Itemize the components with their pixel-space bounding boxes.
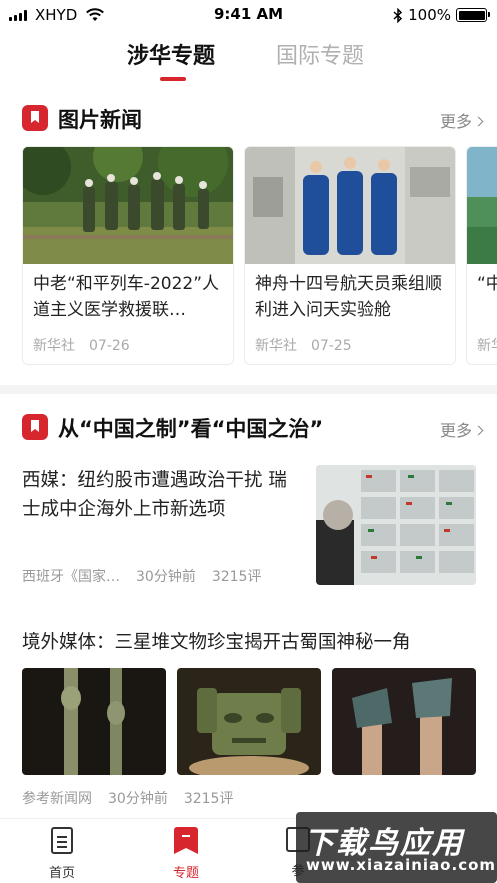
more-link[interactable]: 更多 [439,108,484,132]
article-image-bronze-figures[interactable] [332,668,476,775]
chevron-right-icon [473,116,484,127]
tab-international-topics[interactable]: 国际专题 [276,38,364,70]
article-source: 参考新闻网 [22,791,92,807]
article-title[interactable]: 西媒：纽约股市遭遇政治干扰 瑞士成中企海外上市新选项 [22,466,302,524]
card-date: 07-25 [311,338,352,354]
photo-card[interactable]: 神舟十四号航天员乘组顺利进入问天实验舱 新华社 07-25 [244,146,456,365]
article-comments: 3215评 [183,791,234,807]
battery-icon [456,8,490,22]
photo-card[interactable]: 中老“和平列车-2022”人道主义医学救援联… 新华社 07-26 [22,146,234,365]
nav-label: 专题 [172,866,199,881]
article-title[interactable]: 境外媒体：三星堆文物珍宝揭开古蜀国神秘一角 [22,628,411,654]
active-tab-indicator [160,77,186,81]
card-title: “中发 [477,274,497,294]
card-image-astronauts [245,147,455,264]
battery-percent: 100% [408,6,451,24]
watermark-url: www.xiazainiao.com [306,856,497,874]
article-image-bronze-staff[interactable] [22,668,166,775]
section-title: 从“中国之制”看“中国之治” [58,417,324,441]
article-image-row [22,668,476,775]
article-time: 30分钟前 [136,569,196,585]
nav-label: 首页 [48,866,75,881]
article-time: 30分钟前 [108,791,168,807]
status-right: 100% [393,6,490,24]
card-meta: 新华 [477,335,497,355]
bluetooth-icon [393,7,403,23]
card-meta: 新华社 07-25 [255,335,352,355]
card-meta: 新华社 07-26 [33,335,130,355]
top-tabs: 涉华专题 国际专题 [0,38,497,88]
article-source: 西班牙《国家… [22,569,120,585]
section-header-governance: 从“中国之制”看“中国之治” 更多 [22,413,484,441]
photo-card-carousel[interactable]: 中老“和平列车-2022”人道主义医学救援联… 新华社 07-26 神舟十四号航… [22,146,497,366]
section-divider [0,385,497,394]
status-bar: XHYD 9:41 AM 100% [0,0,497,30]
article-meta: 西班牙《国家… 30分钟前 3215评 [22,566,277,586]
photo-card[interactable]: “中发 新华 [466,146,497,365]
section-title: 图片新闻 [58,108,142,132]
card-date: 07-26 [89,338,130,354]
card-source: 新华社 [255,338,297,354]
article-meta: 参考新闻网 30分钟前 3215评 [22,788,249,808]
card-title: 中老“和平列车-2022”人道主义医学救援联… [33,274,220,320]
article-image-bronze-mask[interactable] [177,668,321,775]
section-bookmark-icon [22,414,48,440]
more-link[interactable]: 更多 [439,417,484,441]
chevron-right-icon [473,425,484,436]
card-title: 神舟十四号航天员乘组顺利进入问天实验舱 [255,274,442,320]
card-source: 新华社 [33,338,75,354]
tab-china-topics[interactable]: 涉华专题 [127,38,215,70]
card-source: 新华 [477,338,497,354]
article-thumbnail-stock-board[interactable] [316,465,476,585]
section-bookmark-icon [22,105,48,131]
bookmark-icon [174,827,198,854]
document-icon [51,827,73,854]
card-image-landscape [467,147,497,264]
article-comments: 3215评 [211,569,262,585]
watermark-logo: 下载鸟应用 www.xiazainiao.com [296,812,497,883]
card-image-soldiers [23,147,233,264]
nav-item-home[interactable]: 首页 [32,827,92,881]
nav-item-topics[interactable]: 专题 [156,827,216,881]
section-header-photo-news: 图片新闻 更多 [22,104,484,132]
more-label: 更多 [439,421,472,440]
more-label: 更多 [439,112,472,131]
